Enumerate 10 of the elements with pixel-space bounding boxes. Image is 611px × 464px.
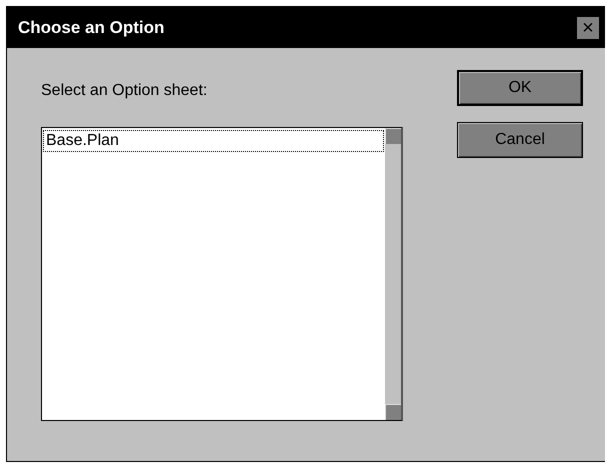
ok-button[interactable]: OK: [457, 70, 583, 106]
close-button[interactable]: ×: [577, 16, 599, 38]
option-list[interactable]: Base.Plan: [41, 127, 403, 421]
window-title: Choose an Option: [18, 18, 164, 38]
scroll-up-button[interactable]: [385, 128, 401, 144]
prompt-label: Select an Option sheet:: [41, 82, 208, 101]
list-item[interactable]: Base.Plan: [43, 130, 384, 152]
scroll-down-button[interactable]: [385, 404, 401, 420]
cancel-button[interactable]: Cancel: [457, 122, 583, 158]
scrollbar[interactable]: [385, 128, 401, 420]
